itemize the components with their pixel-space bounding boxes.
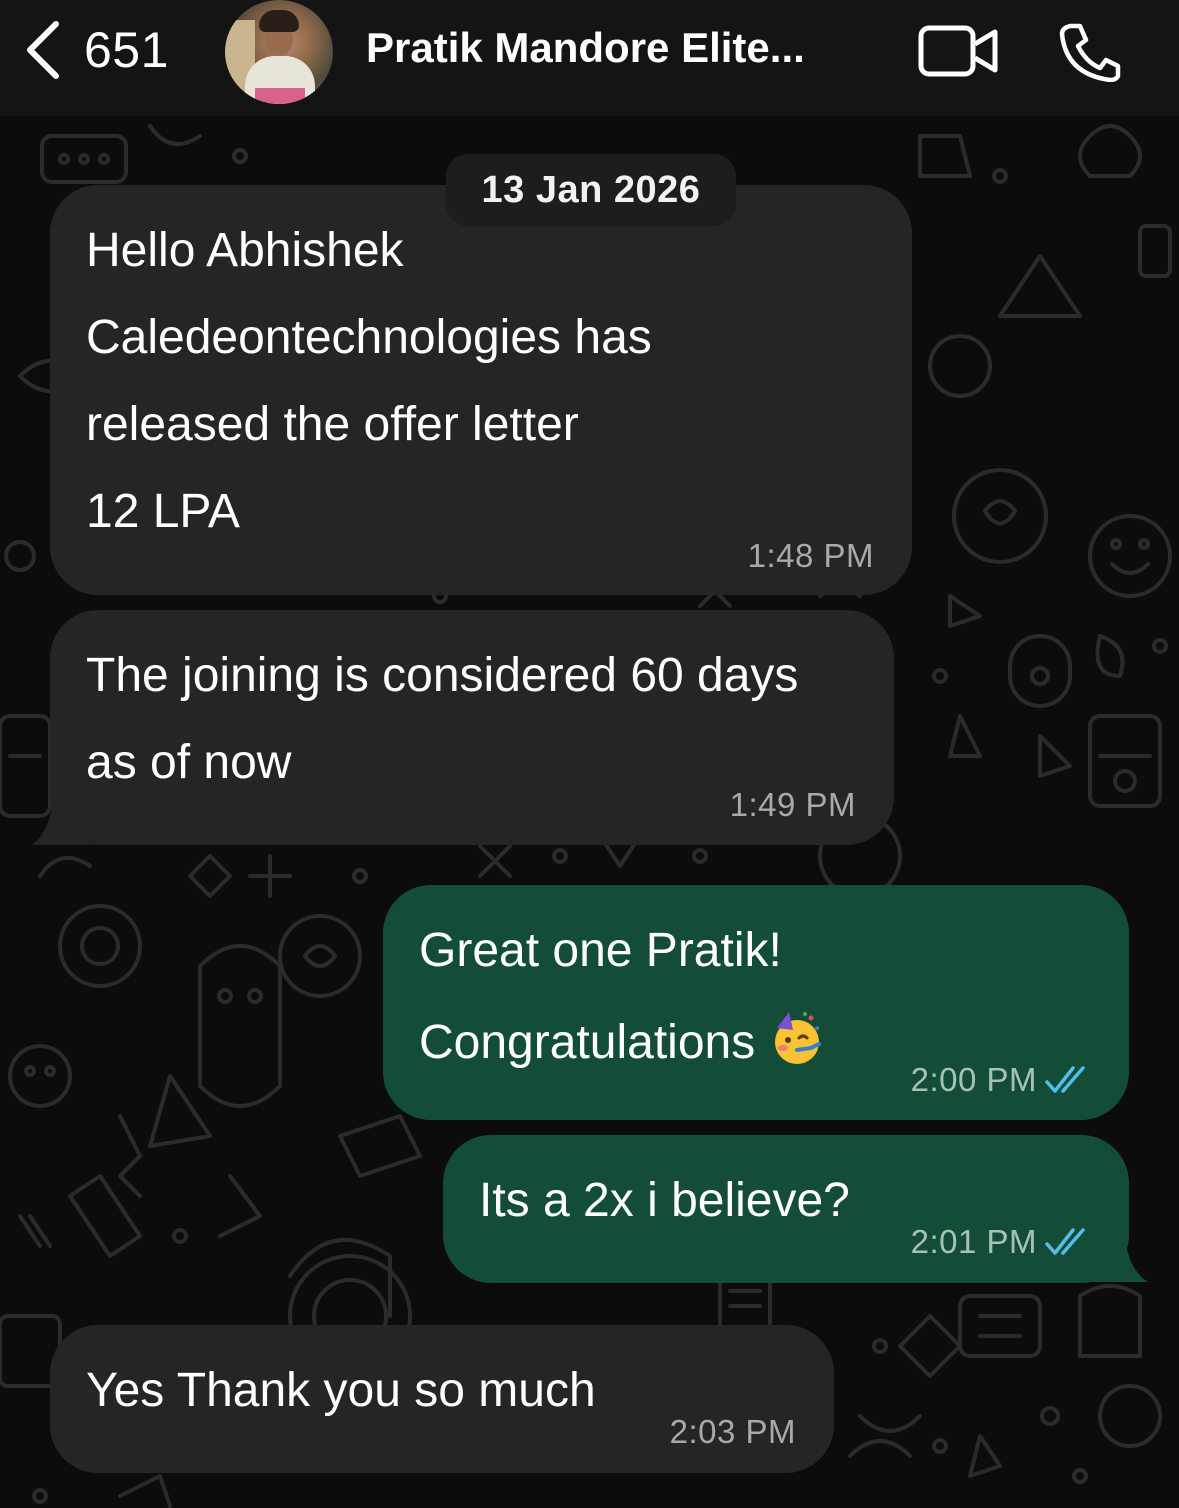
partying-face-emoji <box>775 1012 822 1064</box>
message-text: Caledeontechnologies has <box>86 311 652 364</box>
chat-header: 651 Pratik Mandore Elite... <box>0 0 1179 116</box>
phone-call-icon[interactable] <box>1056 22 1122 82</box>
chat-screen: 651 Pratik Mandore Elite... 13 Jan 2026 … <box>0 0 1179 1508</box>
outgoing-message[interactable]: Great one Pratik! Congratulations 2:00 P… <box>383 885 1129 1120</box>
message-time: 2:01 PM <box>910 1223 1037 1260</box>
message-text: Great one Pratik! <box>419 924 782 977</box>
video-call-icon[interactable] <box>918 24 1000 80</box>
message-text: 12 LPA <box>86 485 240 538</box>
message-line-with-emoji: Congratulations <box>419 1010 823 1071</box>
message-text: Congratulations <box>419 1016 756 1069</box>
message-time: 2:00 PM <box>910 1061 1037 1098</box>
bubble-tail <box>32 790 90 845</box>
message-text: Yes Thank you so much <box>86 1364 596 1417</box>
unread-count: 651 <box>84 22 169 78</box>
message-text: as of now <box>86 736 292 789</box>
message-text: Hello Abhishek <box>86 224 404 277</box>
incoming-message[interactable]: Hello Abhishek Caledeontechnologies has … <box>50 185 912 595</box>
message-time: 2:03 PM <box>669 1413 796 1450</box>
chevron-left-icon <box>27 21 59 79</box>
contact-name[interactable]: Pratik Mandore Elite... <box>366 24 805 72</box>
contact-avatar[interactable] <box>225 0 333 104</box>
message-time: 1:48 PM <box>747 537 874 574</box>
read-receipt-icon <box>1045 1066 1085 1093</box>
incoming-message[interactable]: The joining is considered 60 days as of … <box>50 610 894 845</box>
message-time: 1:49 PM <box>729 786 856 823</box>
message-text: The joining is considered 60 days <box>86 649 799 702</box>
back-button[interactable]: 651 <box>22 18 169 82</box>
date-separator: 13 Jan 2026 <box>446 154 736 226</box>
outgoing-message[interactable]: Its a 2x i believe? 2:01 PM <box>443 1135 1129 1283</box>
incoming-message[interactable]: Yes Thank you so much 2:03 PM <box>50 1325 834 1473</box>
message-text: Its a 2x i believe? <box>479 1174 850 1227</box>
read-receipt-icon <box>1045 1228 1085 1255</box>
message-text: released the offer letter <box>86 398 579 451</box>
bubble-tail <box>1090 1228 1148 1282</box>
